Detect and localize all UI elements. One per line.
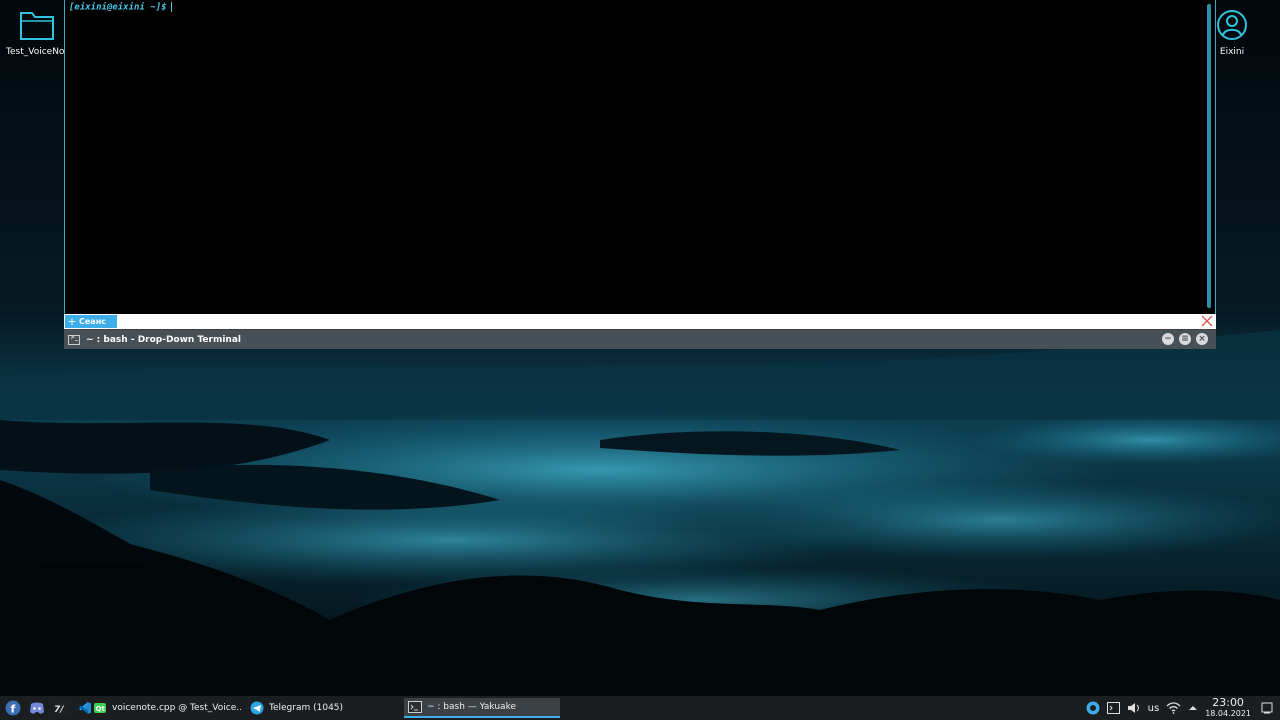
system-tray: us 23:00 18.04.2021 [1086,696,1280,720]
folder-icon [20,12,54,40]
close-session-icon[interactable] [1200,314,1214,328]
close-button[interactable]: × [1196,333,1208,345]
folder-label: Test_VoiceNot [6,47,68,57]
task-yakuake[interactable]: ~ : bash — Yakuake [404,698,560,718]
minimize-button[interactable]: − [1162,333,1174,345]
jetbrains-launcher[interactable]: 7/ [53,700,69,716]
window-title: ~ : bash - Drop-Down Terminal [86,334,241,345]
task-label: ~ : bash — Yakuake [427,702,516,712]
terminal-area[interactable]: [eixini@eixini ~]$ [64,0,1216,314]
fedora-icon: f [5,700,21,716]
ide-icon: 7/ [53,701,69,715]
taskbar: f 7/ Qt voicenote.cpp @ Test_Voice... Te… [0,696,1280,720]
show-desktop-icon[interactable] [1261,702,1273,714]
session-tabbar: + Сеанс [64,314,1216,330]
terminal-titlebar: ~ : bash - Drop-Down Terminal − ≡ × [64,329,1216,349]
desktop-folder[interactable]: Test_VoiceNot [2,8,72,57]
user-icon [1217,10,1247,40]
svg-text:f: f [11,703,16,716]
svg-text:Qt: Qt [96,705,106,713]
application-menu-button[interactable]: f [5,700,21,716]
volume-icon[interactable] [1127,702,1141,714]
chevron-up-icon[interactable] [1188,704,1198,712]
clock-date: 18.04.2021 [1205,709,1251,718]
task-label: voicenote.cpp @ Test_Voice... [112,703,243,713]
menu-button[interactable]: ≡ [1179,333,1191,345]
keyboard-layout[interactable]: us [1148,703,1160,714]
discord-launcher[interactable] [29,700,45,716]
terminal-window-icon [68,334,80,345]
telegram-icon [250,701,264,715]
text-cursor [170,2,172,12]
clock[interactable]: 23:00 18.04.2021 [1205,697,1251,719]
task-qtcreator[interactable]: Qt voicenote.cpp @ Test_Voice... [89,698,243,718]
prompt-text: [eixini@eixini ~]$ [69,2,167,13]
terminal-tray-icon[interactable] [1106,702,1120,714]
session-tab[interactable]: + Сеанс [65,315,117,328]
clock-time: 23:00 [1212,696,1244,709]
new-session-icon[interactable]: + [65,315,79,328]
terminal-icon [408,701,422,713]
update-icon[interactable] [1086,701,1100,715]
qt-creator-icon: Qt [94,703,106,713]
terminal-scrollbar[interactable] [1207,4,1211,308]
svg-text:7/: 7/ [54,705,64,715]
task-label: Telegram (1045) [269,703,344,713]
discord-icon [30,702,44,714]
task-telegram[interactable]: Telegram (1045) [246,698,401,718]
session-tab-label: Сеанс [79,317,106,326]
terminal-prompt: [eixini@eixini ~]$ [69,2,172,13]
wifi-icon[interactable] [1166,702,1181,714]
